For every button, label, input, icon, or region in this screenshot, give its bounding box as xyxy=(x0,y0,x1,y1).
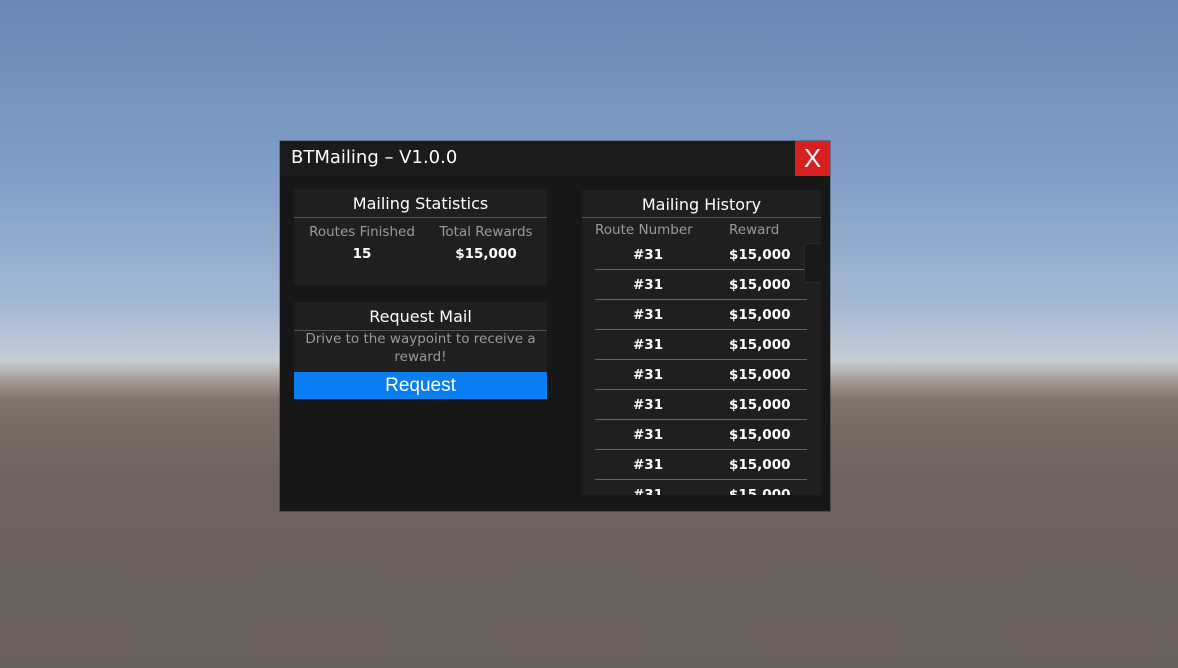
row-reward: $15,000 xyxy=(729,247,791,263)
history-row: #31 $15,000 xyxy=(595,360,807,390)
row-reward: $15,000 xyxy=(729,487,791,495)
row-route-number: #31 xyxy=(633,277,664,293)
mailing-statistics-panel: Mailing Statistics Routes Finished 15 To… xyxy=(294,189,547,285)
reward-column-header: Reward xyxy=(729,222,780,238)
history-row: #31 $15,000 xyxy=(595,390,807,420)
row-route-number: #31 xyxy=(633,367,664,383)
history-row: #31 $15,000 xyxy=(595,420,807,450)
row-route-number: #31 xyxy=(633,337,664,353)
row-reward: $15,000 xyxy=(729,337,791,353)
row-route-number: #31 xyxy=(633,487,664,495)
total-rewards-value: $15,000 xyxy=(455,246,517,262)
row-reward: $15,000 xyxy=(729,457,791,473)
history-row: #31 $15,000 xyxy=(595,300,807,330)
row-route-number: #31 xyxy=(633,427,664,443)
row-reward: $15,000 xyxy=(729,307,791,323)
history-row: #31 $15,000 xyxy=(595,450,807,480)
history-list[interactable]: #31 $15,000 #31 $15,000 #31 $15,000 #31 … xyxy=(595,240,807,495)
row-reward: $15,000 xyxy=(729,397,791,413)
row-route-number: #31 xyxy=(633,397,664,413)
close-button[interactable]: X xyxy=(795,141,830,176)
window-title: BTMailing – V1.0.0 xyxy=(291,147,458,168)
history-row: #31 $15,000 xyxy=(595,330,807,360)
history-header: Mailing History xyxy=(582,190,821,218)
total-rewards-stat: Total Rewards $15,000 xyxy=(423,223,549,264)
mailing-window: BTMailing – V1.0.0 X Mailing Statistics … xyxy=(280,141,830,511)
total-rewards-label: Total Rewards xyxy=(439,224,533,240)
row-route-number: #31 xyxy=(633,247,664,263)
routes-finished-value: 15 xyxy=(352,246,372,262)
title-bar: BTMailing – V1.0.0 X xyxy=(280,141,830,176)
history-row: #31 $15,000 xyxy=(595,270,807,300)
history-row: #31 $15,000 xyxy=(595,480,807,495)
route-number-column-header: Route Number xyxy=(595,222,693,238)
history-row: #31 $15,000 xyxy=(595,240,807,270)
request-description: Drive to the waypoint to receive a rewar… xyxy=(305,331,536,365)
history-column-headers: Route Number Reward xyxy=(595,220,807,240)
routes-finished-stat: Routes Finished 15 xyxy=(299,223,425,264)
row-route-number: #31 xyxy=(633,457,664,473)
request-mail-header: Request Mail xyxy=(294,302,547,331)
mailing-history-panel: Mailing History Route Number Reward #31 … xyxy=(582,190,821,495)
request-mail-panel: Request Mail Drive to the waypoint to re… xyxy=(294,302,547,399)
routes-finished-label: Routes Finished xyxy=(309,224,415,240)
row-route-number: #31 xyxy=(633,307,664,323)
request-button[interactable]: Request xyxy=(294,372,547,399)
history-scrollbar-handle[interactable] xyxy=(804,243,821,283)
statistics-header: Mailing Statistics xyxy=(294,189,547,218)
row-reward: $15,000 xyxy=(729,367,791,383)
row-reward: $15,000 xyxy=(729,277,791,293)
row-reward: $15,000 xyxy=(729,427,791,443)
